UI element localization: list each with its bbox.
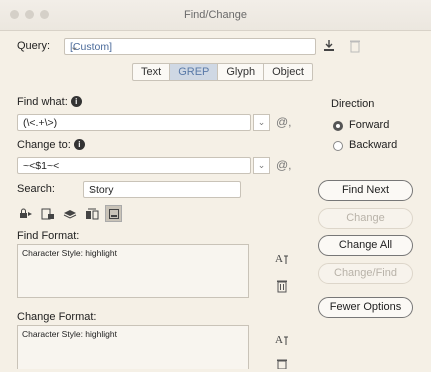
- search-scope-dropdown[interactable]: Story ⌄: [83, 181, 241, 198]
- direction-backward-label[interactable]: Backward: [349, 139, 397, 151]
- find-what-value: (\<.+\>): [23, 117, 58, 129]
- save-query-icon[interactable]: [322, 39, 336, 56]
- tab-object[interactable]: Object: [264, 64, 312, 80]
- tab-text[interactable]: Text: [133, 64, 171, 80]
- info-icon[interactable]: i: [73, 139, 85, 150]
- svg-text:A: A: [275, 253, 283, 265]
- find-format-box[interactable]: Character Style: highlight: [17, 244, 249, 298]
- include-master-pages-icon[interactable]: [83, 205, 100, 222]
- tab-glyph[interactable]: Glyph: [218, 64, 265, 80]
- change-format-label: Change Format:: [17, 311, 97, 323]
- clear-find-format-icon[interactable]: [276, 279, 288, 296]
- find-format-label: Find Format:: [17, 230, 80, 242]
- tab-grep[interactable]: GREP: [170, 64, 219, 80]
- search-type-tabs: Text GREP Glyph Object: [132, 63, 313, 81]
- query-label: Query:: [17, 40, 51, 52]
- change-to-label-text: Change to:: [17, 139, 71, 151]
- find-what-label-text: Find what:: [17, 96, 68, 108]
- change-to-input[interactable]: ~<$1~<: [17, 157, 251, 174]
- change-find-button[interactable]: Change/Find: [318, 263, 413, 284]
- include-locked-stories-icon[interactable]: [39, 205, 56, 222]
- change-to-value: ~<$1~<: [23, 160, 60, 172]
- direction-label: Direction: [331, 98, 375, 110]
- include-footnotes-icon[interactable]: [105, 205, 122, 222]
- change-all-button[interactable]: Change All: [318, 235, 413, 256]
- svg-text:A: A: [275, 334, 283, 346]
- chevron-down-icon: ⌄: [70, 41, 79, 53]
- specify-find-format-icon[interactable]: A: [275, 251, 289, 268]
- change-to-label: Change to: i: [17, 139, 85, 151]
- query-dropdown[interactable]: [Custom] ⌄: [64, 38, 316, 55]
- include-hidden-layers-icon[interactable]: [61, 205, 78, 222]
- specify-change-format-icon[interactable]: A: [275, 332, 289, 349]
- find-what-label: Find what: i: [17, 96, 82, 108]
- trash-icon[interactable]: [349, 39, 361, 56]
- special-characters-change-icon[interactable]: @,: [276, 158, 292, 172]
- window-title: Find/Change: [184, 9, 247, 21]
- find-what-history-dropdown[interactable]: ⌄: [253, 114, 270, 131]
- direction-forward-radio[interactable]: [333, 121, 343, 131]
- chevron-down-icon: ⌄: [89, 184, 98, 196]
- change-to-history-dropdown[interactable]: ⌄: [253, 157, 270, 174]
- direction-backward-radio[interactable]: [333, 141, 343, 151]
- find-format-value: Character Style: highlight: [22, 248, 117, 258]
- special-characters-find-icon[interactable]: @,: [276, 115, 292, 129]
- include-locked-layers-icon[interactable]: [17, 205, 34, 222]
- find-what-input[interactable]: (\<.+\>): [17, 114, 251, 131]
- info-icon[interactable]: i: [70, 96, 82, 107]
- change-format-box[interactable]: Character Style: highlight: [17, 325, 249, 369]
- find-next-button[interactable]: Find Next: [318, 180, 413, 201]
- clear-change-format-icon[interactable]: [276, 358, 288, 372]
- fewer-options-button[interactable]: Fewer Options: [318, 297, 413, 318]
- direction-forward-label[interactable]: Forward: [349, 119, 389, 131]
- change-button[interactable]: Change: [318, 208, 413, 229]
- change-format-value: Character Style: highlight: [22, 329, 117, 339]
- search-label: Search:: [17, 183, 55, 195]
